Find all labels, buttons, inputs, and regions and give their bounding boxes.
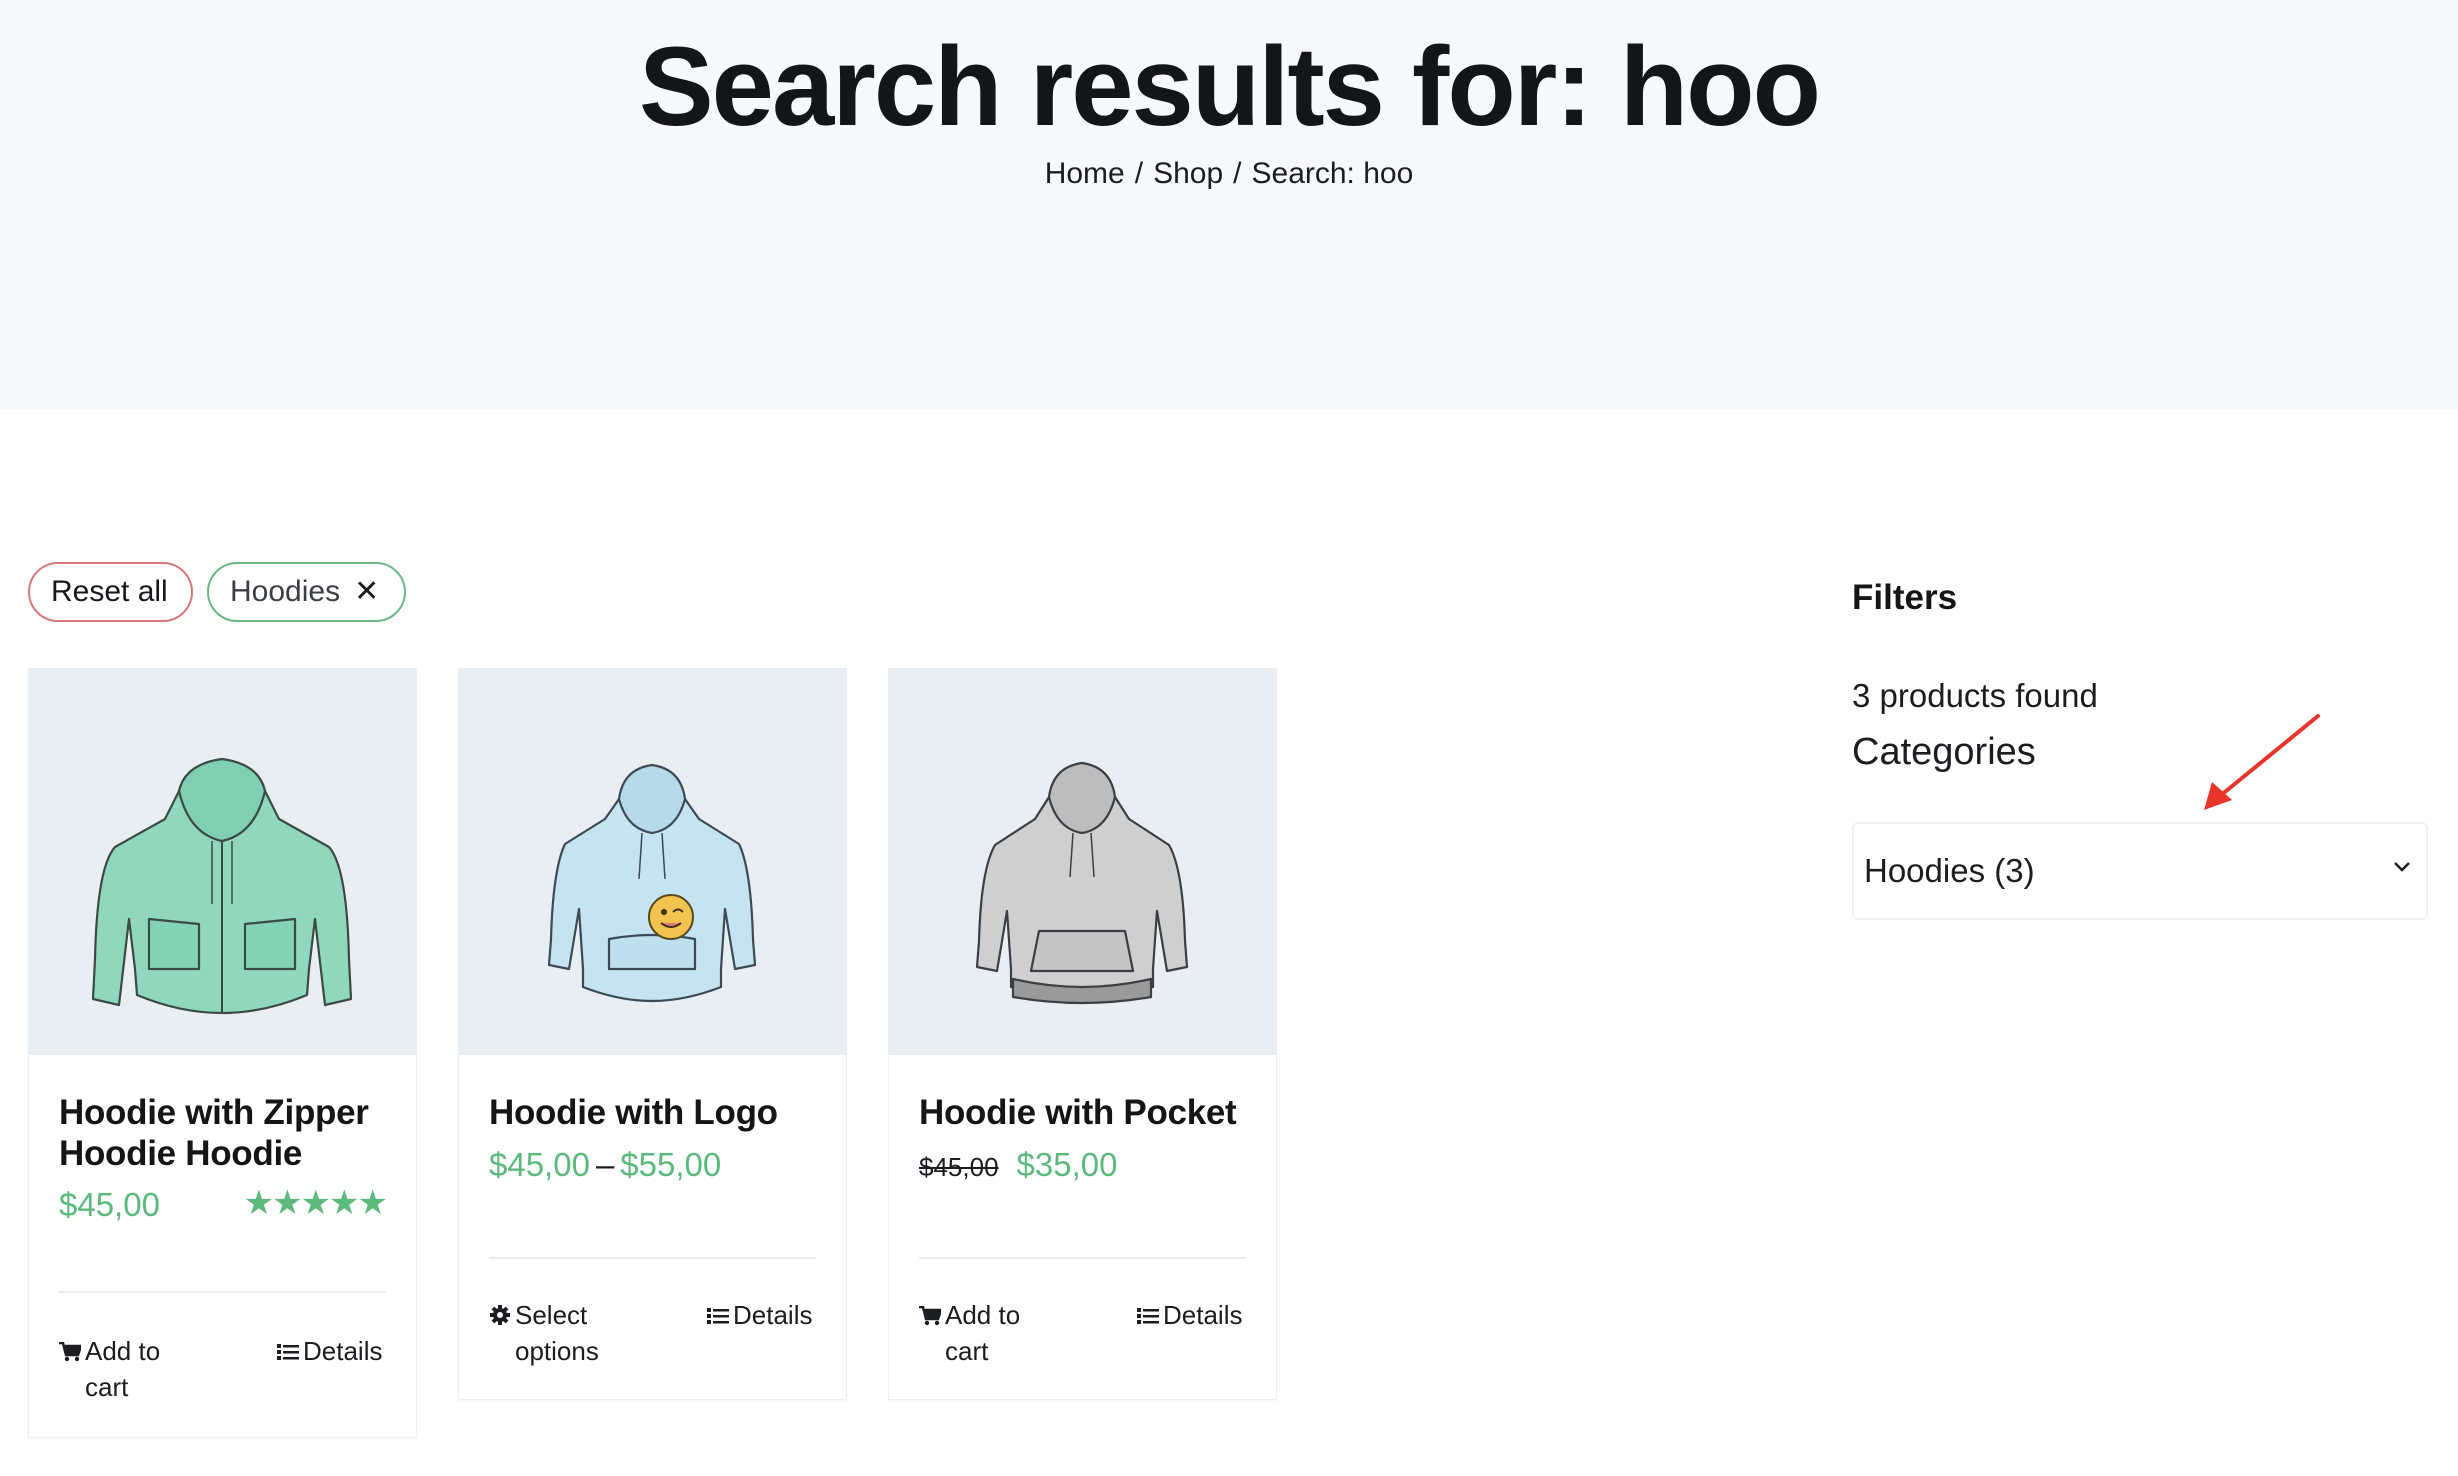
product-price: $45,00 xyxy=(59,1186,160,1223)
active-filter-chip-hoodies[interactable]: Hoodies ✕ xyxy=(207,562,406,622)
red-arrow-icon xyxy=(2204,714,2320,810)
details-button[interactable]: Details xyxy=(707,1297,812,1335)
details-label: Details xyxy=(303,1336,383,1366)
hoodie-logo-blue-icon xyxy=(547,763,757,1003)
add-to-cart-button[interactable]: Add to cart xyxy=(59,1333,199,1405)
product-card: Hoodie with Pocket $45,00 $35,00 Add to c… xyxy=(888,668,1277,1400)
select-options-button[interactable]: Select options xyxy=(489,1297,625,1369)
details-button[interactable]: Details xyxy=(1137,1297,1242,1335)
price-sale: $35,00 xyxy=(1016,1146,1118,1183)
product-title[interactable]: Hoodie with Logo xyxy=(489,1092,826,1133)
categories-title: Categories xyxy=(1852,731,2036,773)
products-found-count: 3 products found xyxy=(1852,677,2098,714)
price-min: $45,00 xyxy=(489,1146,590,1183)
select-options-label: Select options xyxy=(515,1300,599,1366)
add-to-cart-button[interactable]: Add to cart xyxy=(919,1297,1045,1369)
product-title[interactable]: Hoodie with Zipper Hoodie Hoodie xyxy=(59,1092,396,1174)
product-card: Hoodie with Zipper Hoodie Hoodie $45,00 … xyxy=(28,668,417,1438)
price-max: $55,00 xyxy=(620,1146,722,1183)
reset-all-button[interactable]: Reset all xyxy=(28,562,193,622)
close-icon[interactable]: ✕ xyxy=(354,564,379,620)
breadcrumb-shop[interactable]: Shop xyxy=(1153,157,1223,190)
filters-title: Filters xyxy=(1852,578,1958,617)
hoodie-pocket-grey-icon xyxy=(975,761,1189,1005)
details-label: Details xyxy=(733,1300,813,1330)
card-divider xyxy=(59,1291,386,1293)
list-icon xyxy=(707,1299,733,1335)
product-price: $45,00– $55,00 xyxy=(489,1145,721,1185)
gear-icon xyxy=(489,1299,515,1335)
category-select-value: Hoodies (3) xyxy=(1864,852,2035,889)
chevron-down-icon xyxy=(2392,860,2412,879)
cart-icon xyxy=(59,1335,85,1371)
product-image[interactable] xyxy=(889,669,1276,1055)
price-dash: – xyxy=(595,1146,615,1183)
cart-icon xyxy=(919,1299,945,1335)
add-to-cart-label: Add to cart xyxy=(945,1300,1021,1366)
product-card: Hoodie with Logo $45,00– $55,00 Select op… xyxy=(458,668,847,1400)
product-image[interactable] xyxy=(459,669,846,1055)
breadcrumb-home[interactable]: Home xyxy=(1045,157,1125,190)
breadcrumb: Home / Shop / Search: hoo xyxy=(0,154,2458,194)
product-image[interactable] xyxy=(29,669,416,1055)
page-title: Search results for: hoo xyxy=(638,24,1821,149)
list-icon xyxy=(1137,1299,1163,1335)
card-divider xyxy=(919,1257,1246,1259)
reset-all-label: Reset all xyxy=(51,575,168,608)
breadcrumb-separator: / xyxy=(1134,157,1144,190)
zip-hoodie-green-icon xyxy=(91,757,353,1015)
breadcrumb-separator: / xyxy=(1233,157,1242,190)
chip-label: Hoodies xyxy=(230,575,341,608)
product-title[interactable]: Hoodie with Pocket xyxy=(919,1092,1256,1133)
breadcrumb-current: Search: hoo xyxy=(1251,157,1414,190)
category-select[interactable]: Hoodies (3) xyxy=(1852,822,2428,920)
page-header: Search results for: hoo Home / Shop / Search… xyxy=(0,0,2458,409)
list-icon xyxy=(277,1335,303,1371)
price-old: $45,00 xyxy=(919,1152,999,1182)
card-divider xyxy=(489,1257,816,1259)
product-price: $45,00 $35,00 xyxy=(919,1145,1117,1187)
star-rating: ★★★★★ xyxy=(243,1184,388,1222)
add-to-cart-label: Add to cart xyxy=(85,1336,161,1402)
details-button[interactable]: Details xyxy=(277,1333,382,1371)
details-label: Details xyxy=(1163,1300,1243,1330)
